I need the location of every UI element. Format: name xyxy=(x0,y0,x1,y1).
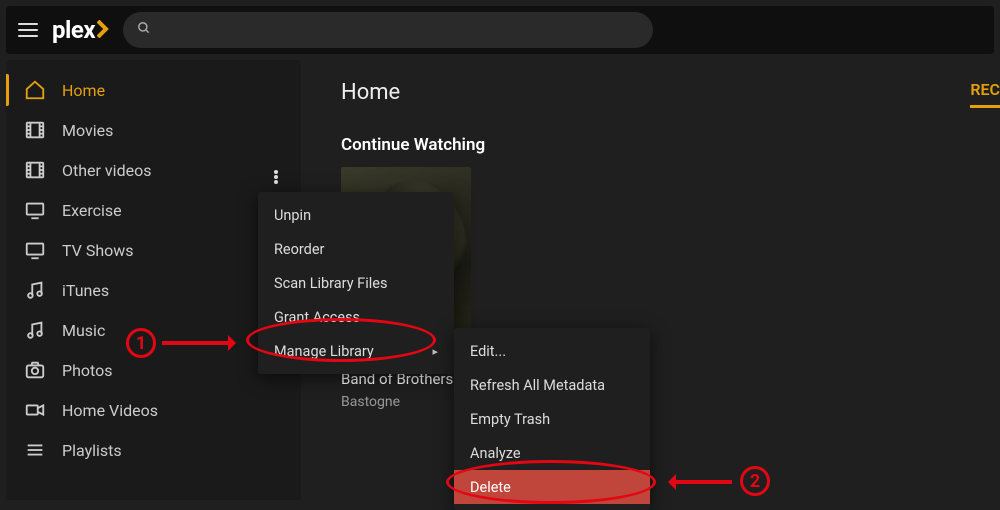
section-title: Continue Watching xyxy=(341,135,1000,155)
music-note-icon xyxy=(24,279,46,301)
sidebar-item-label: Playlists xyxy=(62,441,122,460)
sidebar-item-playlists[interactable]: Playlists xyxy=(6,430,301,470)
sidebar-item-more-button[interactable] xyxy=(267,168,285,186)
search-icon xyxy=(137,21,151,39)
monitor-icon xyxy=(24,199,46,221)
app-logo[interactable]: plex xyxy=(52,16,111,44)
ctx-item-label: Grant Access xyxy=(274,309,360,326)
film-icon xyxy=(24,159,46,181)
ctx-item-manage-library[interactable]: Manage Library xyxy=(258,334,454,368)
sidebar-item-label: Other videos xyxy=(62,161,151,180)
ctx-item-label: Reorder xyxy=(274,241,324,258)
sidebar-item-label: Photos xyxy=(62,361,113,380)
ctx-item-edit[interactable]: Edit... xyxy=(454,334,650,368)
list-icon xyxy=(24,439,46,461)
monitor-icon xyxy=(24,239,46,261)
sidebar-item-label: TV Shows xyxy=(62,241,134,260)
sidebar-item-itunes[interactable]: iTunes xyxy=(6,270,301,310)
search-input[interactable] xyxy=(123,12,653,48)
sidebar-item-label: Home Videos xyxy=(62,401,158,420)
ctx-item-label: Analyze xyxy=(470,445,521,462)
menu-toggle-button[interactable] xyxy=(16,18,40,42)
ctx-item-grant-access[interactable]: Grant Access xyxy=(258,300,454,334)
sidebar-item-other-videos[interactable]: Other videos xyxy=(6,150,301,190)
ctx-item-delete[interactable]: Delete xyxy=(454,470,650,504)
ctx-item-label: Empty Trash xyxy=(470,411,550,428)
logo-text: plex xyxy=(52,16,95,44)
ctx-item-empty-trash[interactable]: Empty Trash xyxy=(454,402,650,436)
sidebar-item-label: Exercise xyxy=(62,201,122,220)
sidebar-item-label: Home xyxy=(62,81,105,100)
ctx-item-label: Edit... xyxy=(470,343,506,360)
ctx-item-label: Unpin xyxy=(274,207,311,224)
ctx-item-analyze[interactable]: Analyze xyxy=(454,436,650,470)
sidebar-item-home-videos[interactable]: Home Videos xyxy=(6,390,301,430)
sidebar: Home Movies Other videos Exercise TV Sho… xyxy=(6,60,301,500)
ctx-item-label: Delete xyxy=(470,479,511,496)
ctx-item-reorder[interactable]: Reorder xyxy=(258,232,454,266)
music-note-icon xyxy=(24,319,46,341)
sidebar-item-label: iTunes xyxy=(62,281,109,300)
sidebar-item-exercise[interactable]: Exercise xyxy=(6,190,301,230)
page-title: Home xyxy=(341,80,1000,105)
ctx-item-unpin[interactable]: Unpin xyxy=(258,198,454,232)
context-menu-library: Unpin Reorder Scan Library Files Grant A… xyxy=(258,192,454,374)
sidebar-item-photos[interactable]: Photos xyxy=(6,350,301,390)
sidebar-item-movies[interactable]: Movies xyxy=(6,110,301,150)
context-submenu-manage-library: Edit... Refresh All Metadata Empty Trash… xyxy=(454,328,650,510)
logo-chevron-icon xyxy=(97,16,111,44)
ctx-item-label: Manage Library xyxy=(274,343,374,360)
ctx-item-refresh-metadata[interactable]: Refresh All Metadata xyxy=(454,368,650,402)
sidebar-item-home[interactable]: Home xyxy=(6,70,301,110)
ctx-item-scan-library[interactable]: Scan Library Files xyxy=(258,266,454,300)
sidebar-item-label: Movies xyxy=(62,121,113,140)
sidebar-item-music[interactable]: Music xyxy=(6,310,301,350)
tab-recommended[interactable]: REC xyxy=(970,80,1000,108)
ctx-item-label: Scan Library Files xyxy=(274,275,387,292)
ctx-item-label: Refresh All Metadata xyxy=(470,377,605,394)
sidebar-item-label: Music xyxy=(62,321,105,340)
sidebar-item-tvshows[interactable]: TV Shows xyxy=(6,230,301,270)
video-camera-icon xyxy=(24,399,46,421)
home-icon xyxy=(24,79,46,101)
top-bar: plex xyxy=(6,6,994,54)
camera-icon xyxy=(24,359,46,381)
film-icon xyxy=(24,119,46,141)
tile-subtitle: Bastogne xyxy=(341,394,471,410)
